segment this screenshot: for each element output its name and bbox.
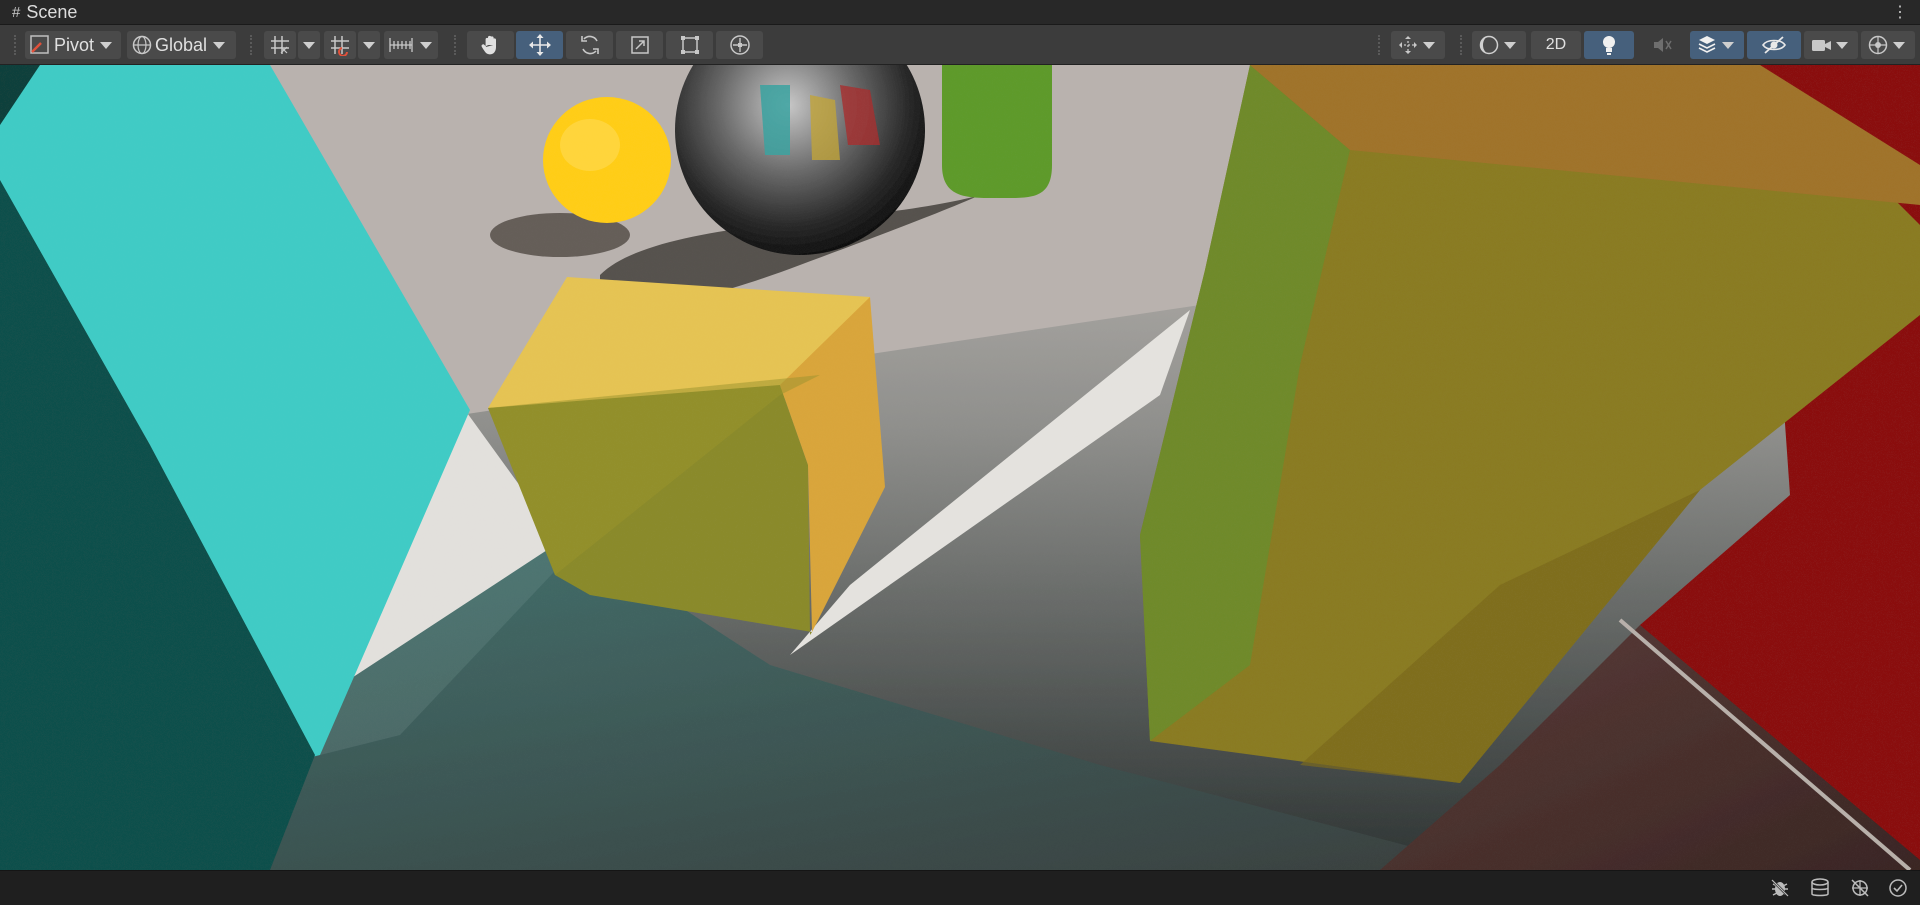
scene-render[interactable] [0,65,1920,870]
grid-snap-icon [271,36,289,54]
chevron-down-icon [1893,41,1905,49]
transform-tool-button[interactable] [716,31,763,59]
chevron-down-icon [100,41,113,49]
debug-toggle[interactable] [1768,877,1792,899]
chevron-down-icon [1836,41,1848,49]
grid-icon: # [12,3,21,21]
rect-tool-icon [680,36,699,54]
mode-2d-button[interactable]: 2D [1531,31,1581,59]
rotate-tool-icon [580,35,599,55]
more-options-icon[interactable]: ⋮ [1892,2,1908,22]
ruler-snap-button[interactable] [384,31,438,59]
grid-snap-button[interactable] [264,31,296,59]
scene-tab-header: # Scene ⋮ [0,0,1920,25]
gizmos-button[interactable] [1861,31,1915,59]
increment-snap-button[interactable] [324,31,356,59]
scale-tool-icon [630,36,649,54]
hand-tool-button[interactable] [467,31,514,59]
scene-status-bar [0,870,1920,905]
audio-icon [1654,38,1672,52]
scale-tool-button[interactable] [616,31,663,59]
bug-icon [1770,878,1790,898]
move-tool-button[interactable] [516,31,563,59]
toolbar-grip[interactable] [1460,35,1464,55]
toolbar-grip[interactable] [1378,35,1382,55]
grid-snap-dropdown[interactable] [298,31,320,59]
pivot-label: Pivot [54,34,95,55]
gizmo-visibility-toggle[interactable] [1848,877,1872,899]
chevron-down-icon [303,41,315,49]
mode-2d-label: 2D [1545,36,1567,53]
lighting-icon [1603,36,1615,55]
global-label: Global [155,34,208,55]
increment-snap-dropdown[interactable] [358,31,380,59]
global-button[interactable]: Global [127,31,236,59]
effects-icon [1698,36,1716,53]
green-capsule [942,65,1052,199]
shading-mode-button[interactable] [1472,31,1526,59]
check-icon [1889,879,1907,897]
scene-tab-title[interactable]: Scene [26,2,77,23]
layers-toggle[interactable] [1808,877,1832,899]
increment-snap-icon [331,36,349,56]
hidden-objects-icon [1762,36,1786,54]
scene-toolbar: Pivot Global 2D [0,25,1920,65]
hidden-objects-toggle[interactable] [1747,31,1801,59]
rect-tool-button[interactable] [666,31,713,59]
toolbar-grip[interactable] [14,35,18,55]
transform-tool-icon [729,35,750,55]
rotate-tool-button[interactable] [566,31,613,59]
layers-icon [1811,878,1829,897]
gizmo-orientation-icon [1399,36,1417,54]
toolbar-grip[interactable] [454,35,458,55]
hand-tool-icon [481,35,496,55]
status-ok[interactable] [1886,877,1910,899]
ruler-snap-icon [389,38,413,52]
camera-icon [1812,40,1831,51]
gizmo-orientation-button[interactable] [1391,31,1445,59]
pivot-icon [30,35,49,54]
move-tool-icon [528,34,551,56]
toolbar-grip[interactable] [250,35,254,55]
scene-viewport[interactable] [0,65,1920,870]
globe-icon [132,35,152,55]
chevron-down-icon [1722,41,1734,49]
camera-button[interactable] [1804,31,1858,59]
gizmo-visibility-icon [1851,879,1869,897]
audio-toggle[interactable] [1637,31,1687,59]
effects-button[interactable] [1690,31,1744,59]
chevron-down-icon [363,41,375,49]
lighting-toggle[interactable] [1584,31,1634,59]
chevron-down-icon [213,41,226,49]
shading-mode-icon [1479,35,1499,55]
chevron-down-icon [1504,41,1516,49]
pivot-button[interactable]: Pivot [25,31,121,59]
chevron-down-icon [1423,41,1435,49]
chevron-down-icon [420,41,432,49]
gizmos-icon [1868,35,1888,55]
